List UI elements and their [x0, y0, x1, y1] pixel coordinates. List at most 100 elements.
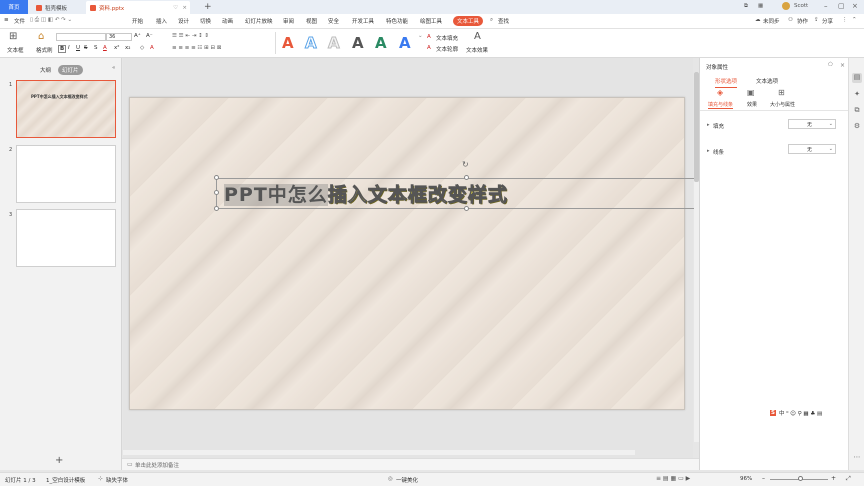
avatar[interactable] [782, 2, 790, 10]
highlight-icon[interactable]: A [150, 45, 154, 51]
font-size-combo[interactable]: 36 [106, 33, 132, 41]
settings-icon[interactable]: ⚙ [852, 122, 862, 132]
textbox-button[interactable]: 文本框 [7, 46, 24, 54]
horizontal-scrollbar[interactable] [123, 450, 635, 455]
fit-window-icon[interactable]: ⤢ [846, 475, 851, 483]
dock-icon[interactable]: ⬠ [828, 62, 833, 68]
effects-tab[interactable]: 效果 [747, 101, 757, 108]
wordart-style-6[interactable]: A [399, 34, 411, 52]
minimize-icon[interactable]: – [824, 2, 828, 10]
window-mode-icon[interactable]: ⧉ [744, 3, 748, 10]
menu-security[interactable]: 安全 [328, 17, 339, 25]
ime-toolbar[interactable]: S 中 ⁰ ☺ ⚲ ▦ ♣ ▤ [770, 407, 848, 418]
subscript-icon[interactable]: x₂ [125, 45, 130, 51]
copy-icon[interactable]: ⧉ [852, 106, 862, 116]
rotate-handle-icon[interactable]: ↻ [462, 160, 469, 169]
menu-drawing-tools[interactable]: 绘图工具 [420, 17, 442, 25]
menu-file[interactable]: 文件 [14, 17, 25, 25]
wordart-style-4[interactable]: A [352, 34, 364, 52]
resize-handle[interactable] [214, 206, 219, 211]
clear-format-icon[interactable]: ◇ [140, 45, 144, 51]
size-properties-tab[interactable]: 大小与属性 [770, 101, 795, 108]
sync-status[interactable]: 未同步 [763, 17, 780, 25]
close-tab-icon[interactable]: × [182, 5, 187, 11]
expand-line-icon[interactable]: ▸ [707, 148, 710, 154]
menu-insert[interactable]: 插入 [156, 17, 167, 25]
zoom-in-icon[interactable]: + [831, 475, 836, 482]
search-label[interactable]: 查找 [498, 17, 509, 25]
text-effects-button[interactable]: 文本效果 [466, 46, 488, 54]
menu-review[interactable]: 审阅 [283, 17, 294, 25]
help-icon[interactable]: ⋯ [852, 453, 862, 463]
wordart-style-5[interactable]: A [375, 34, 387, 52]
slide-thumbnail-3[interactable] [16, 209, 116, 267]
tab-home[interactable]: 首页 [0, 0, 28, 14]
menu-animation[interactable]: 动画 [222, 17, 233, 25]
collab-button[interactable]: 协作 [797, 17, 808, 25]
line-select[interactable]: 无 ⌄ [788, 144, 836, 154]
slide-thumbnail-2[interactable] [16, 145, 116, 203]
wordart-style-1[interactable]: A [282, 34, 294, 52]
fill-line-tab[interactable]: 填充与线条 [708, 101, 734, 109]
italic-icon[interactable]: I [68, 45, 70, 51]
star-icon[interactable]: ✦ [852, 90, 862, 100]
menu-text-tools[interactable]: 文本工具 [453, 16, 484, 26]
effects-icon[interactable]: ▣ [747, 88, 755, 97]
font-shrink-icon[interactable]: A⁻ [146, 33, 153, 39]
slide[interactable]: ↻ PPT中怎么插入文本框改变样式 [129, 97, 716, 410]
beautify-button[interactable]: 一键美化 [396, 476, 418, 484]
slides-tab[interactable]: 幻灯片 [58, 65, 83, 75]
add-slide-button[interactable]: + [55, 455, 63, 466]
maximize-icon[interactable]: ▢ [838, 2, 845, 10]
share-button[interactable]: 分享 [822, 17, 833, 25]
collapse-panel-icon[interactable]: « [112, 65, 115, 71]
superscript-icon[interactable]: x² [114, 45, 119, 51]
font-color-icon[interactable]: A [103, 45, 107, 51]
properties-icon[interactable]: ▤ [852, 73, 862, 83]
notes-input[interactable]: 单击此处添加备注 [135, 461, 179, 469]
quick-access-icons[interactable]: ▯ ⎙ ◫ ◧ ↶ ↷ ⌄ [30, 17, 72, 24]
missing-font-button[interactable]: 缺失字体 [106, 476, 128, 484]
text-outline-button[interactable]: 文本轮廓 [436, 45, 458, 53]
menu-features[interactable]: 特色功能 [386, 17, 408, 25]
format-painter-button[interactable]: 格式刷 [36, 46, 53, 54]
shadow-icon[interactable]: S [94, 45, 98, 51]
tab-template[interactable]: 稻壳模板 [32, 1, 82, 14]
view-mode-icons[interactable]: ≡ ▤ ▦ ▭ ▶ [656, 475, 690, 482]
menu-developer[interactable]: 开发工具 [352, 17, 374, 25]
fill-line-icon[interactable]: ◈ [717, 88, 723, 97]
shape-options-tab[interactable]: 形状选项 [715, 77, 738, 88]
pin-icon[interactable]: ♡ [173, 5, 178, 11]
zoom-level[interactable]: 96% [740, 476, 752, 482]
outline-tab[interactable]: 大纲 [40, 66, 51, 74]
size-icon[interactable]: ⊞ [778, 88, 785, 97]
menu-slideshow[interactable]: 幻灯片放映 [245, 17, 273, 25]
resize-handle[interactable] [214, 175, 219, 180]
grid-icon[interactable]: ▦ [758, 3, 763, 9]
new-tab-icon[interactable]: + [204, 2, 212, 12]
text-effects-icon[interactable]: A [474, 31, 481, 42]
collapse-ribbon-icon[interactable]: ⌃ [852, 17, 857, 23]
theme-name[interactable]: 1_空白设计模板 [46, 476, 85, 484]
align-icons[interactable]: ≡ ≡ ≡ ≡ ☷ ⊞ ⊟ ⊠ [172, 45, 221, 51]
menu-transition[interactable]: 切换 [200, 17, 211, 25]
menu-view[interactable]: 视图 [306, 17, 317, 25]
wordart-style-3[interactable]: A [328, 34, 341, 53]
strikethrough-icon[interactable]: S [84, 45, 88, 51]
wordart-scroll-icon[interactable]: ⌄ [418, 33, 423, 39]
format-painter-icon[interactable]: ⌂ [38, 31, 44, 42]
close-window-icon[interactable]: × [852, 2, 858, 10]
expand-fill-icon[interactable]: ▸ [707, 122, 710, 128]
slide-thumbnail-1[interactable]: PPT中怎么插入文本框改变样式 [16, 80, 116, 138]
resize-handle[interactable] [214, 190, 219, 195]
bold-icon[interactable]: B [58, 45, 67, 53]
fill-select[interactable]: 无 ⌄ [788, 119, 836, 129]
zoom-out-icon[interactable]: – [762, 475, 765, 482]
text-fill-button[interactable]: 文本填充 [436, 34, 458, 42]
close-panel-icon[interactable]: × [840, 62, 845, 69]
more-icon[interactable]: ⋮ [842, 17, 848, 23]
font-name-combo[interactable] [56, 33, 106, 41]
text-options-tab[interactable]: 文本选项 [756, 77, 778, 85]
username[interactable]: Scott [794, 3, 808, 9]
tab-document[interactable]: 资料.pptx ♡ × [86, 1, 190, 14]
